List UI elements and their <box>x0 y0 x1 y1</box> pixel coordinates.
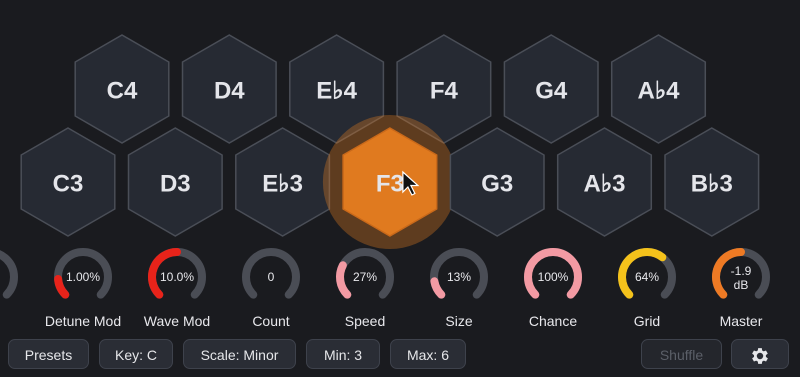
knob-label: Master <box>720 313 763 329</box>
knob-label: Grid <box>634 313 660 329</box>
knob-track <box>0 250 18 299</box>
max-octave-button[interactable]: Max: 6 <box>390 339 466 369</box>
instrument-stage: C4 D4 E♭4 F4 G4 A♭4 C3 D3 E♭3 F3 G3 A♭3 B♭3 %od 1.00%… <box>0 34 770 329</box>
knob-level-arc <box>336 261 352 299</box>
scale-select-button[interactable]: Scale: Minor <box>183 339 296 369</box>
key-bb3[interactable]: B♭3 <box>664 127 760 237</box>
knob-value: 64% <box>635 270 659 284</box>
key-d4[interactable]: D4 <box>181 34 277 144</box>
key-label: D3 <box>160 171 191 198</box>
knob-value: -1.9 <box>731 264 752 278</box>
knob-value: 1.00% <box>66 270 100 284</box>
knob-grid[interactable]: 64% Grid <box>618 248 676 329</box>
knob-level-arc <box>430 277 446 299</box>
knob-unit: dB <box>734 278 749 292</box>
key-label: B♭3 <box>691 171 733 198</box>
knob-value: 0 <box>268 270 275 284</box>
key-label: E♭4 <box>316 78 357 105</box>
presets-button[interactable]: Presets <box>8 339 89 369</box>
knob-label: Speed <box>345 313 385 329</box>
min-octave-button[interactable]: Min: 3 <box>306 339 380 369</box>
key-ab3[interactable]: A♭3 <box>556 127 653 237</box>
bottom-toolbar: Presets Key: C Scale: Minor Min: 3 Max: … <box>0 339 800 371</box>
key-label: F4 <box>430 78 459 105</box>
key-d3[interactable]: D3 <box>127 127 223 237</box>
knob-detune-mod[interactable]: 1.00% Detune Mod <box>45 248 121 329</box>
knob-count[interactable]: 0 Count <box>242 248 300 329</box>
knob-value: 100% <box>538 270 569 284</box>
key-label: F3 <box>376 171 404 198</box>
knob-value: 10.0% <box>160 270 194 284</box>
key-select-button[interactable]: Key: C <box>99 339 173 369</box>
key-f3[interactable]: F3 <box>322 115 457 249</box>
knob-master[interactable]: -1.9dB Master <box>712 248 770 329</box>
shuffle-button[interactable]: Shuffle <box>641 339 722 369</box>
knob-wave-mod[interactable]: 10.0% Wave Mod <box>144 248 210 329</box>
key-ab4[interactable]: A♭4 <box>610 34 707 144</box>
knob-label: Detune Mod <box>45 313 121 329</box>
key-label: A♭4 <box>638 78 681 105</box>
key-label: A♭3 <box>584 171 626 198</box>
knob-label: Chance <box>529 313 577 329</box>
settings-button[interactable] <box>731 339 789 369</box>
knob-level-arc <box>54 274 70 299</box>
knob-speed[interactable]: 27% Speed <box>336 248 394 329</box>
knob-size[interactable]: 13% Size <box>430 248 488 329</box>
key-eb3[interactable]: E♭3 <box>235 127 331 237</box>
knob-value: 13% <box>447 270 471 284</box>
key-label: E♭3 <box>262 171 303 198</box>
key-label: C4 <box>107 78 138 105</box>
key-label: C3 <box>53 171 84 198</box>
key-label: G3 <box>481 171 513 198</box>
gear-icon <box>752 348 768 364</box>
key-g3[interactable]: G3 <box>449 127 545 237</box>
key-c4[interactable]: C4 <box>74 34 170 144</box>
knob-od[interactable]: %od <box>0 250 18 329</box>
knob-label: Count <box>252 313 289 329</box>
knob-label: Wave Mod <box>144 313 210 329</box>
knob-label: Size <box>445 313 472 329</box>
key-label: G4 <box>535 78 568 105</box>
knob-value: 27% <box>353 270 377 284</box>
key-c3[interactable]: C3 <box>20 127 116 237</box>
key-g4[interactable]: G4 <box>503 34 599 144</box>
key-label: D4 <box>214 78 245 105</box>
knob-chance[interactable]: 100% Chance <box>524 248 582 329</box>
